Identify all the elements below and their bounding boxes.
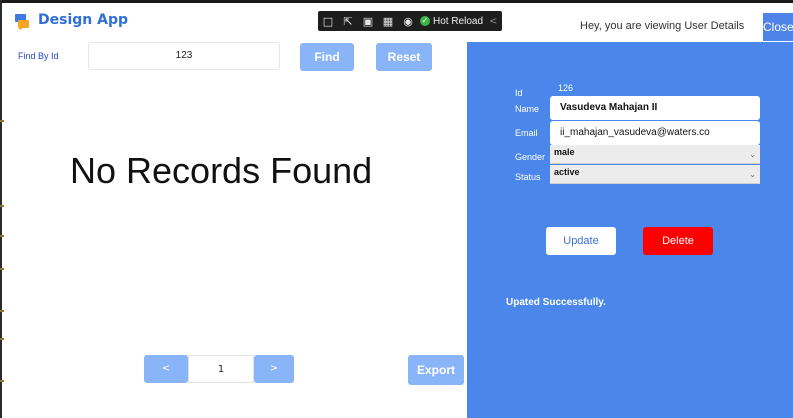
close-button[interactable]: Close bbox=[763, 13, 793, 41]
next-page-button[interactable]: > bbox=[254, 355, 294, 383]
select-element-icon[interactable]: □ bbox=[318, 11, 338, 31]
layout-icon[interactable]: ▦ bbox=[378, 11, 398, 31]
export-button[interactable]: Export bbox=[408, 355, 464, 385]
find-id-input[interactable]: 123 bbox=[88, 42, 280, 70]
xaml-dev-toolbar[interactable]: □ ⇱ ▣ ▦ ◉ ✓ Hot Reload < bbox=[318, 11, 502, 31]
chevron-down-icon: ⌄ bbox=[749, 170, 756, 179]
name-label: Name bbox=[515, 104, 540, 114]
adorner-icon[interactable]: ◉ bbox=[398, 11, 418, 31]
frame-icon[interactable]: ▣ bbox=[358, 11, 378, 31]
reset-button[interactable]: Reset bbox=[376, 43, 432, 71]
chevron-down-icon: ⌄ bbox=[749, 150, 756, 159]
status-selected-value: active bbox=[554, 167, 580, 177]
no-records-message: No Records Found bbox=[70, 150, 373, 191]
find-button[interactable]: Find bbox=[300, 43, 354, 71]
email-field[interactable]: ii_mahajan_vasudeva@waters.co bbox=[550, 121, 760, 145]
previous-page-button[interactable]: < bbox=[144, 355, 188, 383]
window-left-border bbox=[0, 0, 2, 418]
email-label: Email bbox=[515, 128, 538, 138]
check-icon: ✓ bbox=[420, 16, 430, 26]
page-number-field[interactable]: 1 bbox=[188, 355, 254, 383]
update-button[interactable]: Update bbox=[546, 227, 616, 255]
gender-label: Gender bbox=[515, 152, 546, 162]
update-status-message: Upated Successfully. bbox=[506, 297, 606, 308]
id-label: Id bbox=[515, 88, 523, 98]
collapse-toolbar-icon[interactable]: < bbox=[489, 16, 497, 27]
pointer-icon[interactable]: ⇱ bbox=[338, 11, 358, 31]
name-field[interactable]: Vasudeva Mahajan II bbox=[550, 96, 760, 120]
hot-reload-label: Hot Reload bbox=[433, 15, 484, 27]
window-top-border bbox=[0, 0, 793, 3]
viewing-user-details-header: Hey, you are viewing User Details bbox=[580, 20, 745, 32]
status-select[interactable]: active ⌄ bbox=[550, 165, 760, 184]
app-title: Design App bbox=[38, 12, 128, 28]
gender-selected-value: male bbox=[554, 147, 575, 157]
gender-select[interactable]: male ⌄ bbox=[550, 145, 760, 164]
find-by-id-label: Find By Id bbox=[18, 51, 59, 61]
chat-bubbles-icon bbox=[15, 14, 29, 30]
hot-reload-indicator[interactable]: ✓ Hot Reload bbox=[420, 16, 483, 27]
delete-button[interactable]: Delete bbox=[643, 227, 713, 255]
status-label: Status bbox=[515, 172, 541, 182]
id-value: 126 bbox=[558, 83, 574, 93]
